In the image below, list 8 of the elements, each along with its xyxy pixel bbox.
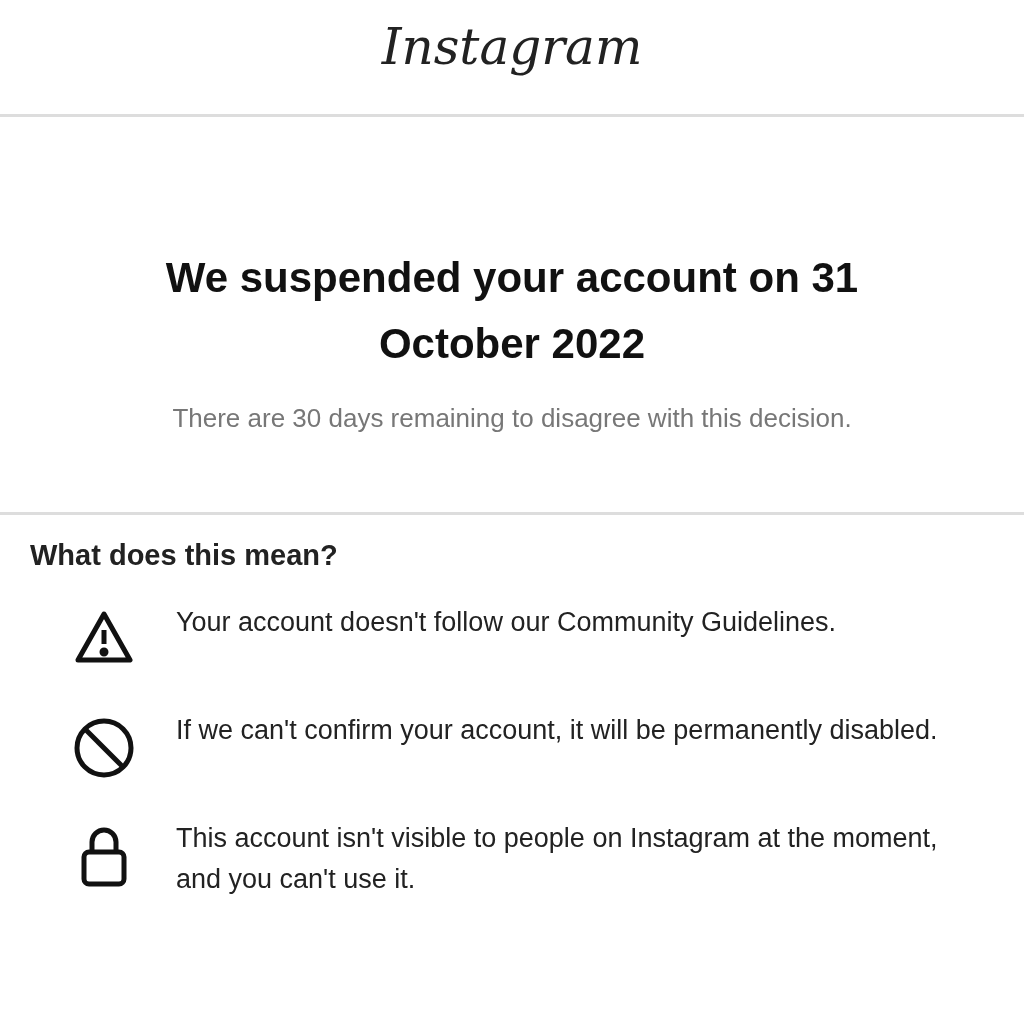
section-heading: What does this mean? [30, 539, 339, 572]
blocked-icon [72, 716, 136, 780]
info-text: If we can't confirm your account, it will be permanently disabled. [176, 714, 939, 747]
info-text: This account isn't visible to people on Instagram at the moment, and you can't use it. [176, 822, 939, 896]
logo: Instagram [381, 18, 643, 76]
notice-title: We suspended your account on 31 October 2022 [164, 253, 860, 369]
info-text: Your account doesn't follow our Community Guidelines. [176, 606, 837, 639]
notice-subtitle: There are 30 days remaining to disagree with this decision. [171, 403, 853, 434]
